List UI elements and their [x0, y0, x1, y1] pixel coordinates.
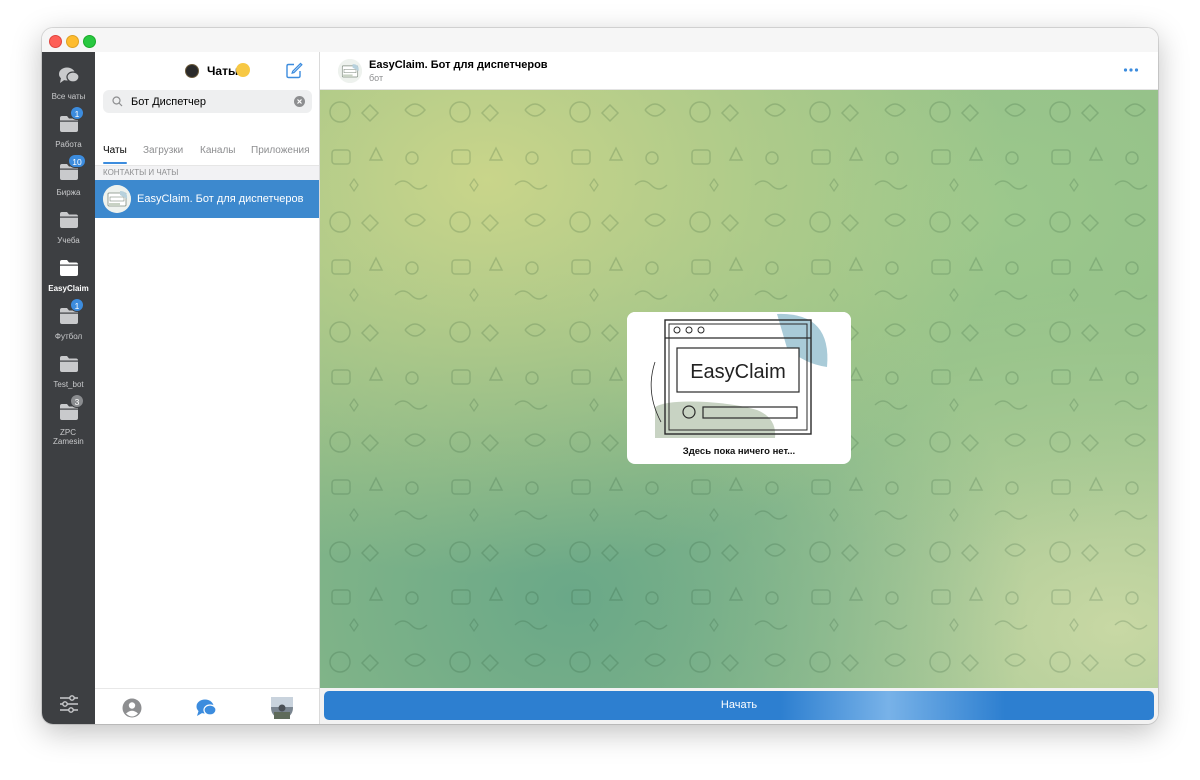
- composer-area: Начать: [320, 688, 1158, 724]
- folder-label: Футбол: [54, 332, 83, 341]
- folder-work[interactable]: 1 Работа: [42, 106, 95, 158]
- unread-badge: 10: [68, 154, 86, 168]
- folder-all-chats[interactable]: Все чаты: [42, 66, 95, 110]
- chats-tab-icon[interactable]: [195, 697, 217, 719]
- start-bot-button[interactable]: Начать: [324, 691, 1154, 720]
- tab-chats[interactable]: Чаты: [103, 145, 127, 156]
- folder-exchange[interactable]: 10 Биржа: [42, 154, 95, 206]
- folder-icon: [60, 356, 78, 372]
- bot-welcome-card: EasyClaim Здесь пока ничего нет...: [627, 312, 851, 464]
- chat-list-header: Чаты: [95, 52, 319, 88]
- folder-icon: [60, 260, 78, 276]
- logo-wordmark: EasyClaim: [690, 361, 786, 383]
- title-bar: [42, 28, 1158, 53]
- chats-icon: [59, 67, 80, 83]
- bot-avatar: [103, 185, 131, 213]
- bottom-nav: [95, 688, 319, 724]
- unread-badge: 3: [70, 394, 84, 408]
- folder-test-bot[interactable]: Test_bot: [42, 354, 95, 398]
- empty-chat-text: Здесь пока ничего нет...: [682, 446, 796, 457]
- more-options-icon[interactable]: [1123, 66, 1139, 74]
- clear-search-icon[interactable]: [294, 96, 305, 107]
- panel-title: Чаты: [207, 64, 239, 78]
- folder-label: Все чаты: [51, 92, 86, 101]
- folder-label: ZPC Zamesin: [53, 428, 84, 446]
- emoji-status-icon: [236, 63, 250, 77]
- search-box: [103, 90, 312, 113]
- telegram-window: Все чаты 1 Работа 10 Биржа Учеба EasyCla…: [42, 28, 1158, 724]
- tab-channels[interactable]: Каналы: [200, 145, 236, 156]
- close-window-button[interactable]: [49, 35, 62, 48]
- contacts-icon[interactable]: [121, 697, 143, 719]
- chat-title[interactable]: EasyClaim. Бот для диспетчеров: [369, 59, 548, 71]
- folder-easyclaim[interactable]: EasyClaim: [42, 258, 95, 302]
- search-tabs: Чаты Загрузки Каналы Приложения: [95, 145, 319, 165]
- unread-badge: 1: [70, 106, 84, 120]
- folder-label: Биржа: [56, 188, 81, 197]
- settings-sliders-icon[interactable]: [59, 694, 79, 714]
- result-name: EasyClaim. Бот для диспетчеров: [137, 193, 304, 205]
- folder-football[interactable]: 1 Футбол: [42, 298, 95, 350]
- chat-avatar[interactable]: [338, 59, 362, 83]
- search-result-row[interactable]: EasyClaim. Бот для диспетчеров: [95, 180, 319, 218]
- search-input[interactable]: [131, 93, 291, 110]
- tab-downloads[interactable]: Загрузки: [143, 145, 183, 156]
- profile-avatar[interactable]: [271, 697, 293, 719]
- chat-background: EasyClaim Здесь пока ничего нет...: [320, 90, 1158, 688]
- chat-list-panel: Чаты Чаты Загрузки Каналы Приложени: [95, 52, 320, 724]
- easyclaim-logo-image: EasyClaim: [627, 312, 851, 440]
- active-tab-indicator: [103, 162, 127, 164]
- folder-rail: Все чаты 1 Работа 10 Биржа Учеба EasyCla…: [42, 52, 95, 724]
- zoom-window-button[interactable]: [83, 35, 96, 48]
- search-icon: [112, 96, 123, 107]
- folder-label: EasyClaim: [48, 284, 89, 293]
- folder-label: Работа: [55, 140, 82, 149]
- unread-badge: 1: [70, 298, 84, 312]
- section-header: КОНТАКТЫ И ЧАТЫ: [95, 166, 319, 180]
- minimize-window-button[interactable]: [66, 35, 79, 48]
- tab-apps[interactable]: Приложения: [251, 145, 310, 156]
- emoji-status-avatar[interactable]: [185, 64, 199, 78]
- folder-study[interactable]: Учеба: [42, 210, 95, 254]
- compose-icon[interactable]: [285, 62, 303, 80]
- folder-label: Учеба: [57, 236, 80, 245]
- folder-zpc-zamesin[interactable]: 3 ZPC Zamesin: [42, 394, 95, 452]
- folder-icon: [60, 212, 78, 228]
- chat-subtitle: бот: [369, 73, 384, 83]
- folder-label: Test_bot: [53, 380, 84, 389]
- chat-header: EasyClaim. Бот для диспетчеров бот: [320, 52, 1158, 90]
